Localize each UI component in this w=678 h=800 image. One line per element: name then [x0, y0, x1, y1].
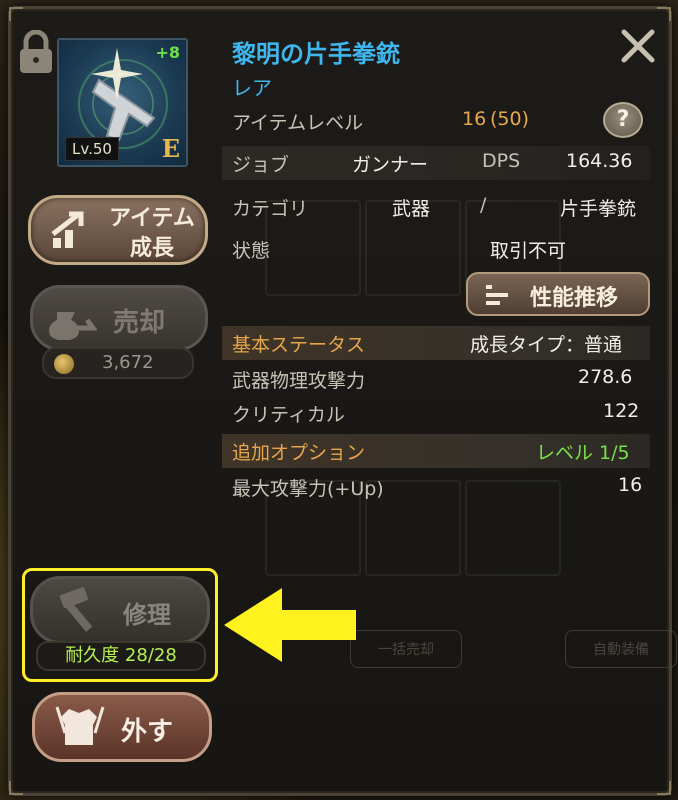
category-label: カテゴリ: [232, 198, 309, 220]
repair-button[interactable]: 修理: [30, 576, 210, 644]
base-stats-header: 基本ステータス 成長タイプ：普通: [222, 326, 650, 360]
growth-type: 成長タイプ：普通: [470, 334, 623, 356]
background-inventory-grid: [265, 60, 665, 590]
item-level-badge: Lv.50: [65, 137, 119, 161]
help-button[interactable]: ?: [603, 102, 643, 138]
panel-corner: [657, 781, 671, 795]
stat-value: 278.6: [578, 366, 633, 388]
stat-row: 武器物理攻撃力 278.6: [222, 362, 650, 396]
bulk-sell-button: 一括売却: [350, 630, 462, 668]
stat-value: 122: [603, 400, 640, 422]
unequip-button[interactable]: 外す: [32, 692, 212, 762]
dps-value: 164.36: [566, 150, 633, 172]
option-value: 16: [618, 474, 643, 496]
sell-label: 売却: [113, 308, 166, 338]
category-separator: /: [480, 194, 487, 216]
option-label: 最大攻撃力(+Up): [232, 478, 384, 500]
performance-trend-label: 性能推移: [530, 286, 619, 311]
durability-status: 耐久度 28/28: [36, 641, 206, 671]
equipped-mark: E: [161, 134, 180, 163]
category-sub: 片手拳銃: [560, 198, 637, 220]
item-growth-label-line2: 成長: [129, 236, 174, 261]
item-growth-label: アイテム 成長: [97, 204, 207, 264]
state-value: 取引不可: [490, 240, 567, 262]
hammer-icon: [59, 587, 93, 632]
extra-options-level: レベル 1/5: [536, 442, 630, 464]
panel-corner: [657, 7, 671, 21]
sell-price-value: 3,672: [102, 352, 154, 373]
item-growth-label-line1: アイテム: [109, 206, 195, 231]
job-value: ガンナー: [352, 154, 429, 176]
enhance-level: +8: [155, 43, 180, 62]
item-level-row: アイテムレベル 16 (50): [222, 104, 650, 138]
item-rarity: レア: [232, 76, 272, 100]
panel-corner: [9, 781, 23, 795]
dps-label: DPS: [482, 150, 521, 172]
state-label: 状態: [232, 240, 271, 262]
unequip-label: 外す: [121, 717, 174, 747]
extra-options-header: 追加オプション レベル 1/5: [222, 434, 650, 468]
category-row: カテゴリ 武器 / 片手拳銃: [222, 190, 650, 224]
growth-arrow-icon: [51, 211, 84, 248]
sell-button[interactable]: 売却: [30, 285, 208, 351]
base-stats-title: 基本ステータス: [232, 334, 366, 356]
sell-price: 3,672: [42, 347, 194, 379]
stat-label: クリティカル: [232, 404, 345, 426]
armor-icon: [55, 706, 105, 745]
item-level-max: (50): [490, 108, 530, 130]
lock-icon[interactable]: [18, 30, 54, 74]
item-name: 黎明の片手拳銃: [232, 40, 400, 68]
stat-label: 武器物理攻撃力: [232, 370, 366, 392]
job-row: ジョブ ガンナー DPS 164.36: [222, 146, 650, 180]
auto-equip-button: 自動装備: [565, 630, 677, 668]
category-main: 武器: [392, 198, 431, 220]
coin-icon: [54, 354, 74, 374]
state-row: 状態 取引不可: [222, 232, 650, 266]
money-bag-icon: [49, 312, 97, 340]
option-row: 最大攻撃力(+Up) 16: [222, 470, 650, 504]
stat-row: クリティカル 122: [222, 396, 650, 430]
performance-trend-button[interactable]: 性能推移: [466, 272, 650, 316]
item-thumbnail[interactable]: +8 Lv.50 E: [57, 38, 188, 167]
item-level-label: アイテムレベル: [232, 112, 364, 134]
bar-list-icon: [486, 285, 508, 305]
item-level-value: 16: [462, 108, 487, 130]
extra-options-title: 追加オプション: [232, 442, 366, 464]
pointer-arrow-icon: [224, 588, 356, 662]
repair-label: 修理: [123, 601, 171, 629]
close-icon[interactable]: [618, 28, 658, 64]
panel-corner: [9, 7, 23, 21]
item-growth-button[interactable]: アイテム 成長: [28, 195, 208, 265]
job-label: ジョブ: [232, 154, 290, 176]
